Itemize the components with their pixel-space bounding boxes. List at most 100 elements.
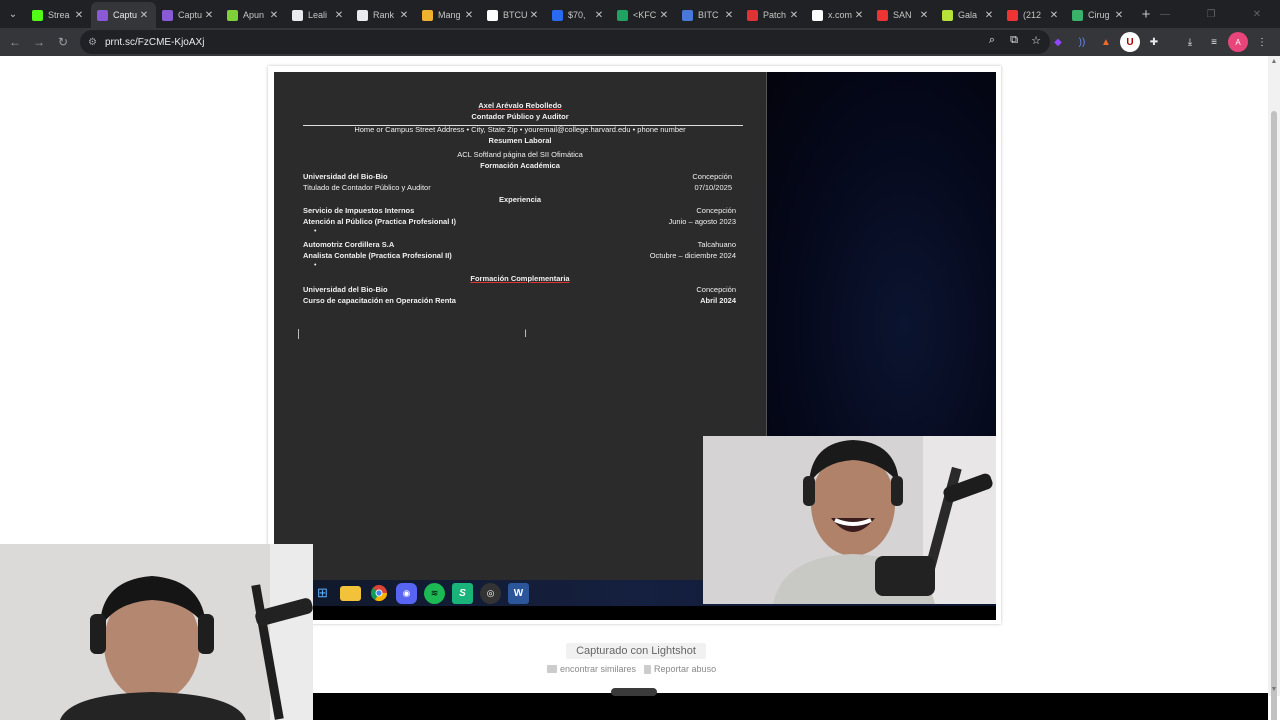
tab-close-icon[interactable]: ✕ xyxy=(138,10,150,21)
reading-list-icon[interactable]: ≡ xyxy=(1204,32,1224,52)
browser-tab[interactable]: Patch ✕ xyxy=(741,2,806,28)
exp1-org: Servicio de Impuestos Internos xyxy=(303,206,415,215)
exp2-role: Analista Contable (Practica Profesional … xyxy=(303,251,452,260)
site-info-icon[interactable]: ⚙ xyxy=(88,37,97,48)
extension-twitch-icon[interactable]: ◆ xyxy=(1048,32,1068,52)
tradingview-icon xyxy=(487,9,498,21)
browser-tab[interactable]: SAN ✕ xyxy=(871,2,936,28)
lightshot-links: encontrar similares Reportar abuso xyxy=(547,664,716,674)
url-text: prnt.sc/FzCME-KjoAXj xyxy=(104,36,205,48)
browser-tab[interactable]: Rank ✕ xyxy=(351,2,416,28)
menu-kebab-icon[interactable]: ⋮ xyxy=(1252,32,1272,52)
browser-tab[interactable]: Mang ✕ xyxy=(416,2,481,28)
tab-close-icon[interactable]: ✕ xyxy=(983,10,995,21)
bookmark-star-icon[interactable]: ☆ xyxy=(1028,32,1044,48)
browser-tab[interactable]: Cirug ✕ xyxy=(1066,2,1131,28)
back-icon[interactable]: ← xyxy=(3,30,27,54)
zoom-icon[interactable]: ⌕ xyxy=(984,32,1000,48)
edu-city: Concepción xyxy=(692,172,732,181)
exp1-bullet: • xyxy=(314,228,317,235)
tab-close-icon[interactable]: ✕ xyxy=(398,10,410,21)
gala-icon xyxy=(942,9,953,21)
resume-contact: Home or Campus Street Address • City, St… xyxy=(354,125,686,134)
tab-search-chevron-icon[interactable]: ⌄ xyxy=(0,0,26,28)
tab-close-icon[interactable]: ✕ xyxy=(788,10,800,21)
browser-tab[interactable]: (212 ✕ xyxy=(1001,2,1066,28)
tab-close-icon[interactable]: ✕ xyxy=(333,10,345,21)
tab-close-icon[interactable]: ✕ xyxy=(528,10,540,21)
tab-close-icon[interactable]: ✕ xyxy=(1113,10,1125,21)
browser-tab[interactable]: <KFC ✕ xyxy=(611,2,676,28)
tab-close-icon[interactable]: ✕ xyxy=(203,10,215,21)
tab-close-icon[interactable]: ✕ xyxy=(853,10,865,21)
tab-label: BITC xyxy=(698,10,719,20)
exp1-date: Junio – agosto 2023 xyxy=(668,217,736,226)
exp2-city: Talcahuano xyxy=(697,240,736,249)
tab-label: Captu xyxy=(113,10,138,20)
browser-tab[interactable]: BTCU ✕ xyxy=(481,2,546,28)
extension-ublock-icon[interactable]: U xyxy=(1120,32,1140,52)
browser-tab[interactable]: x.com ✕ xyxy=(806,2,871,28)
scroll-up-icon[interactable]: ▲ xyxy=(1268,56,1280,68)
scroll-down-icon[interactable]: ▼ xyxy=(1268,684,1280,696)
browser-tab[interactable]: BITC ✕ xyxy=(676,2,741,28)
youtube-icon xyxy=(1007,9,1018,21)
browser-tab[interactable]: Leali ✕ xyxy=(286,2,351,28)
browser-tab[interactable]: $70, ✕ xyxy=(546,2,611,28)
taskbar-shadow xyxy=(274,606,996,620)
tab-label: (212 xyxy=(1023,10,1042,20)
install-app-icon[interactable]: ⧉ xyxy=(1006,32,1022,48)
browser-tab[interactable]: Captu ✕ xyxy=(91,2,156,28)
tab-close-icon[interactable]: ✕ xyxy=(268,10,280,21)
flag-icon xyxy=(644,664,652,674)
browser-tab[interactable]: Apun ✕ xyxy=(221,2,286,28)
camera-icon xyxy=(547,665,557,673)
experience-heading: Experiencia xyxy=(498,195,542,204)
profile-avatar[interactable]: A xyxy=(1228,32,1248,52)
spotify-icon: ≋ xyxy=(424,582,445,604)
sheets-icon xyxy=(617,9,628,21)
tab-close-icon[interactable]: ✕ xyxy=(463,10,475,21)
extension-waves-icon[interactable]: )) xyxy=(1072,32,1092,52)
maximize-icon[interactable]: ❐ xyxy=(1188,0,1234,28)
discord-icon: ◉ xyxy=(396,582,417,604)
windows-start-icon: ⊞ xyxy=(317,585,328,600)
edu-degree: Titulado de Contador Público y Auditor xyxy=(303,183,431,192)
report-abuse-link[interactable]: Reportar abuso xyxy=(644,664,716,674)
tab-close-icon[interactable]: ✕ xyxy=(723,10,735,21)
extension-fire-icon[interactable]: ▲ xyxy=(1096,32,1116,52)
text-cursor xyxy=(298,329,299,339)
tab-close-icon[interactable]: ✕ xyxy=(73,10,85,21)
tab-label: Patch xyxy=(763,10,787,20)
close-window-icon[interactable]: ✕ xyxy=(1234,0,1280,28)
window-controls: — ❐ ✕ xyxy=(1142,0,1280,28)
browser-tab[interactable]: Gala ✕ xyxy=(936,2,1001,28)
forward-icon[interactable]: → xyxy=(27,30,51,54)
vertical-scrollbar[interactable]: ▲ ▼ xyxy=(1268,56,1280,720)
video-scrubber[interactable] xyxy=(611,688,657,696)
dark-side-window xyxy=(767,72,996,436)
lightshot-caption: Capturado con Lightshot xyxy=(566,643,706,659)
reload-icon[interactable]: ↻ xyxy=(51,30,75,54)
exp2-date: Octubre – diciembre 2024 xyxy=(649,251,736,260)
tab-close-icon[interactable]: ✕ xyxy=(593,10,605,21)
comp-city: Concepción xyxy=(696,285,736,294)
find-similar-link[interactable]: encontrar similares xyxy=(547,664,636,674)
tab-close-icon[interactable]: ✕ xyxy=(1048,10,1060,21)
tab-close-icon[interactable]: ✕ xyxy=(658,10,670,21)
minimize-icon[interactable]: — xyxy=(1142,0,1188,28)
tab-label: Captu xyxy=(178,10,203,20)
apuntes-icon xyxy=(227,9,238,21)
bitso-icon xyxy=(682,9,693,21)
extensions-puzzle-icon[interactable]: ✚ xyxy=(1144,32,1164,52)
download-icon[interactable]: ⤓ xyxy=(1180,32,1200,52)
scrollbar-thumb[interactable] xyxy=(1271,111,1277,720)
lightshot-icon xyxy=(97,9,108,21)
exp2-bullet: • xyxy=(314,262,317,269)
browser-tab[interactable]: Strea ✕ xyxy=(26,2,91,28)
address-bar[interactable]: ⚙ prnt.sc/FzCME-KjoAXj xyxy=(80,30,1050,54)
omnibox-actions: ⌕ ⧉ ☆ xyxy=(984,32,1044,48)
san-icon xyxy=(877,9,888,21)
browser-tab[interactable]: Captu ✕ xyxy=(156,2,221,28)
tab-close-icon[interactable]: ✕ xyxy=(918,10,930,21)
